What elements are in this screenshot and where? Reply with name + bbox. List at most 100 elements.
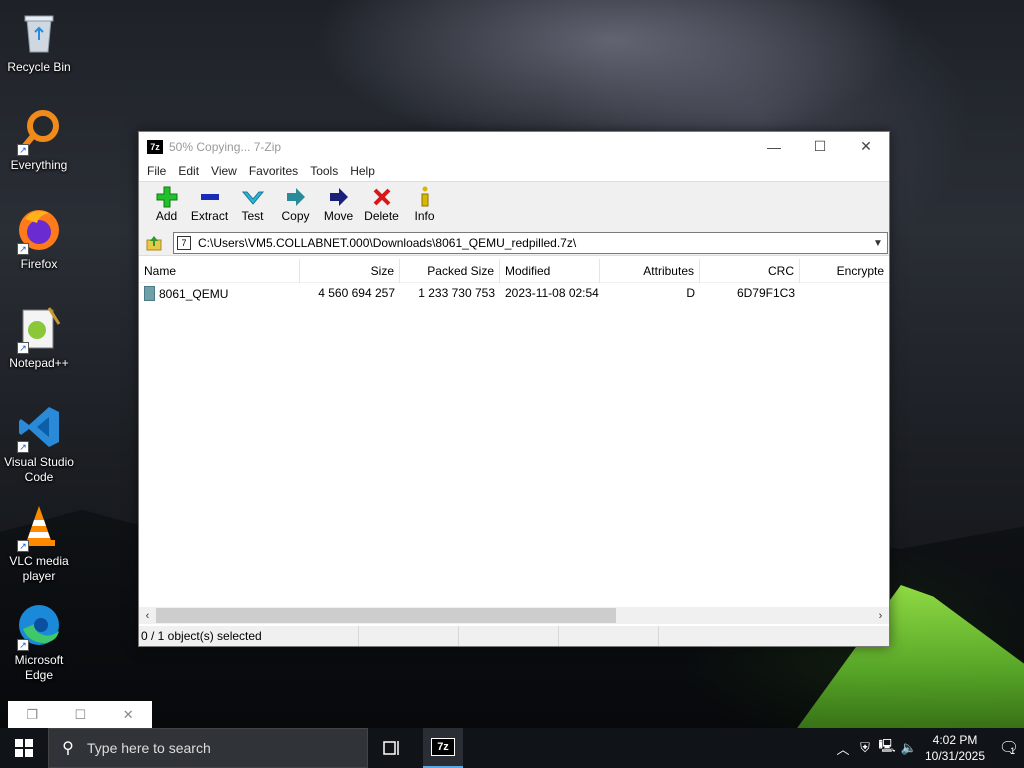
shortcut-arrow-icon: ↗ xyxy=(17,243,29,255)
notification-icon: 🗨 xyxy=(998,740,1020,757)
table-row[interactable]: 8061_QEMU 4 560 694 257 1 233 730 753 20… xyxy=(139,283,889,303)
vscode-icon: ↗ xyxy=(15,403,63,453)
taskbar: ⚲ Type here to search 7z ︿ ⛨ 🖳 🔈 4:02 PM… xyxy=(0,728,1024,768)
folder-up-icon xyxy=(146,236,162,251)
desktop-icon-label: Notepad++ xyxy=(9,356,69,370)
system-tray: ︿ ⛨ 🖳 🔈 4:02 PM 10/31/2025 🗨 1 xyxy=(832,728,1024,768)
shortcut-arrow-icon: ↗ xyxy=(17,342,29,354)
desktop-icon-label: Everything xyxy=(10,158,68,172)
security-icon[interactable]: ⛨ xyxy=(854,728,876,768)
column-attributes[interactable]: Attributes xyxy=(600,259,700,283)
desktop-icon-firefox[interactable]: ↗ Firefox xyxy=(0,205,78,272)
notepadpp-icon: ↗ xyxy=(15,304,63,354)
menu-edit[interactable]: Edit xyxy=(172,164,205,178)
test-label: Test xyxy=(241,209,264,223)
minus-icon xyxy=(200,194,219,200)
move-arrow-icon xyxy=(329,188,348,206)
scroll-track[interactable] xyxy=(156,608,872,623)
file-list[interactable]: Name Size Packed Size Modified Attribute… xyxy=(139,259,889,607)
edge-icon: ↗ xyxy=(15,601,63,651)
taskbar-search-box[interactable]: ⚲ Type here to search xyxy=(48,728,368,768)
taskbar-app-7zip[interactable]: 7z xyxy=(423,728,463,768)
desktop-icon-label: Recycle Bin xyxy=(7,60,71,74)
info-label: Info xyxy=(414,209,435,223)
horizontal-scrollbar[interactable]: ‹ › xyxy=(139,607,889,624)
task-view-button[interactable] xyxy=(368,728,416,768)
close-button[interactable]: ✕ xyxy=(843,132,889,161)
add-label: Add xyxy=(155,209,178,223)
column-packed-size[interactable]: Packed Size xyxy=(400,259,500,283)
chevron-up-icon[interactable]: ︿ xyxy=(832,728,854,768)
move-button[interactable]: Move xyxy=(317,185,360,223)
column-encrypted[interactable]: Encrypte xyxy=(800,259,889,283)
start-button[interactable] xyxy=(0,728,48,768)
shortcut-arrow-icon: ↗ xyxy=(17,540,29,552)
sevenzip-taskbar-icon: 7z xyxy=(431,738,455,756)
desktop-icon-edge[interactable]: ↗ Microsoft Edge xyxy=(0,601,78,683)
volume-muted-icon[interactable]: 🔈 xyxy=(898,728,920,768)
menu-view[interactable]: View xyxy=(205,164,243,178)
clock-date: 10/31/2025 xyxy=(924,749,986,763)
check-icon xyxy=(241,191,264,205)
menu-tools[interactable]: Tools xyxy=(304,164,344,178)
toolbar: Add Extract Test Copy Move Delete Info xyxy=(139,181,889,231)
address-combobox[interactable]: 7 C:\Users\VM5.COLLABNET.000\Downloads\8… xyxy=(173,232,888,254)
menu-help[interactable]: Help xyxy=(344,164,381,178)
maximize-button[interactable]: ☐ xyxy=(797,132,843,161)
recycle-bin-icon xyxy=(15,8,63,56)
up-folder-button[interactable] xyxy=(143,233,165,253)
sevenzip-app-icon: 7z xyxy=(147,139,163,154)
vlc-cone-icon: ↗ xyxy=(15,502,63,552)
file-list-header: Name Size Packed Size Modified Attribute… xyxy=(139,259,889,283)
desktop-icon-label: Microsoft Edge xyxy=(14,653,64,682)
scroll-thumb[interactable] xyxy=(156,608,616,623)
title-bar[interactable]: 7z 50% Copying... 7-Zip — ☐ ✕ xyxy=(139,132,889,161)
notification-center-button[interactable]: 🗨 1 xyxy=(990,728,1024,768)
row-name: 8061_QEMU xyxy=(159,286,229,301)
test-button[interactable]: Test xyxy=(231,185,274,223)
magnifier-icon: ↗ xyxy=(15,106,63,156)
move-label: Move xyxy=(323,209,354,223)
desktop-icon-recycle-bin[interactable]: Recycle Bin xyxy=(0,8,78,75)
notification-count: 1 xyxy=(1010,746,1016,756)
scroll-right-button[interactable]: › xyxy=(872,610,889,622)
extract-button[interactable]: Extract xyxy=(188,185,231,223)
clock[interactable]: 4:02 PM 10/31/2025 xyxy=(920,732,990,764)
restore-icon[interactable]: ❐ xyxy=(26,707,38,723)
chevron-down-icon[interactable]: ▼ xyxy=(869,238,887,249)
add-button[interactable]: Add xyxy=(145,185,188,223)
shortcut-arrow-icon: ↗ xyxy=(17,441,29,453)
row-attributes: D xyxy=(686,286,695,300)
folder-icon xyxy=(144,285,155,301)
desktop-icon-vlc[interactable]: ↗ VLC media player xyxy=(0,502,78,584)
menu-file[interactable]: File xyxy=(141,164,172,178)
floating-window-controls: ❐ ☐ ✕ xyxy=(8,701,152,728)
delete-label: Delete xyxy=(364,209,399,223)
sevenzip-window: 7z 50% Copying... 7-Zip — ☐ ✕ File Edit … xyxy=(138,131,890,647)
status-segment xyxy=(459,626,559,646)
extract-label: Extract xyxy=(190,209,229,223)
desktop-icon-everything[interactable]: ↗ Everything xyxy=(0,106,78,173)
search-icon: ⚲ xyxy=(62,740,74,757)
close-icon[interactable]: ✕ xyxy=(123,707,134,723)
column-name[interactable]: Name xyxy=(139,259,300,283)
desktop-icon-notepadpp[interactable]: ↗ Notepad++ xyxy=(0,304,78,371)
info-button[interactable]: Info xyxy=(403,185,446,223)
window-title: 50% Copying... 7-Zip xyxy=(169,139,282,154)
address-path[interactable]: C:\Users\VM5.COLLABNET.000\Downloads\806… xyxy=(198,236,869,250)
menu-favorites[interactable]: Favorites xyxy=(243,164,304,178)
network-icon[interactable]: 🖳 xyxy=(876,728,898,768)
status-segment xyxy=(359,626,459,646)
menu-bar: File Edit View Favorites Tools Help xyxy=(139,161,889,181)
scroll-left-button[interactable]: ‹ xyxy=(139,610,156,622)
column-crc[interactable]: CRC xyxy=(700,259,800,283)
copy-button[interactable]: Copy xyxy=(274,185,317,223)
maximize-icon[interactable]: ☐ xyxy=(75,707,87,723)
column-modified[interactable]: Modified xyxy=(500,259,600,283)
delete-button[interactable]: Delete xyxy=(360,185,403,223)
column-size[interactable]: Size xyxy=(300,259,400,283)
desktop-icon-vscode[interactable]: ↗ Visual Studio Code xyxy=(0,403,78,485)
task-view-icon xyxy=(383,741,399,755)
address-bar: 7 C:\Users\VM5.COLLABNET.000\Downloads\8… xyxy=(139,231,889,256)
minimize-button[interactable]: — xyxy=(751,132,797,161)
